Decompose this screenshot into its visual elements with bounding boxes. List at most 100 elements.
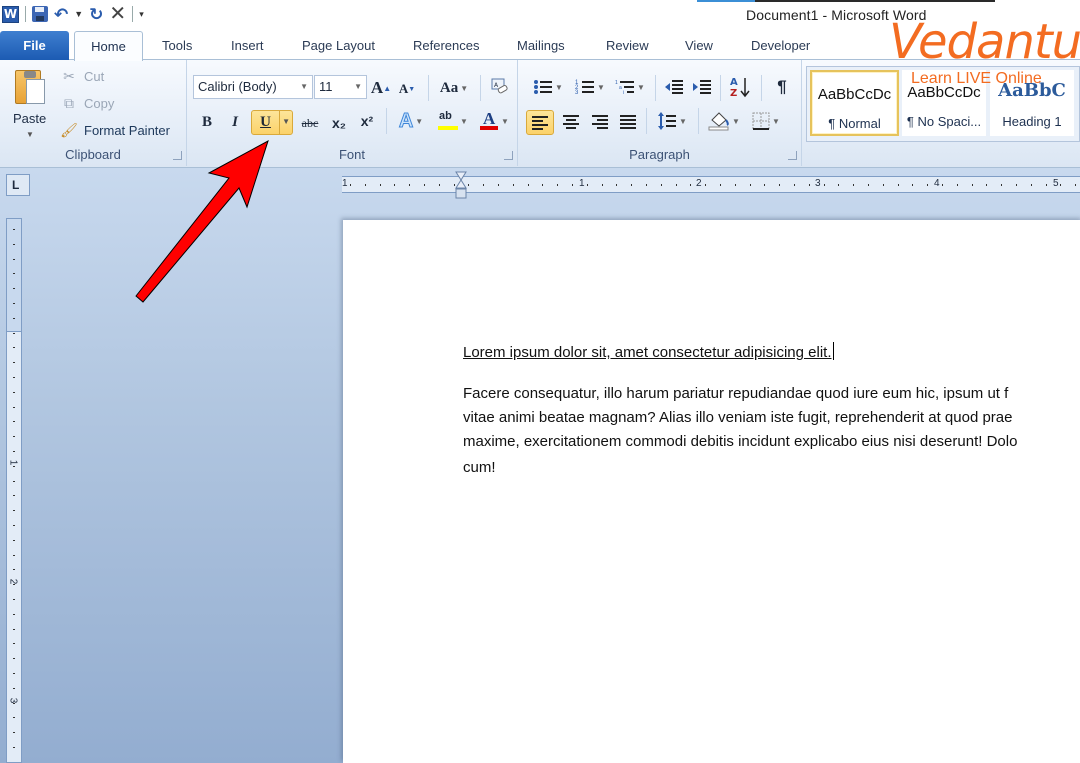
paragraph-launcher-icon[interactable]	[788, 151, 797, 160]
paste-label[interactable]: Paste	[13, 111, 46, 126]
clipboard-launcher-icon[interactable]	[173, 151, 182, 160]
close-icon[interactable]: ✕	[109, 4, 126, 24]
font-name-dropdown[interactable]: Calibri (Body) ▼	[193, 75, 313, 99]
ruler-tick	[527, 184, 529, 186]
shading-button[interactable]: ▼	[705, 109, 743, 133]
ruler-tick	[1030, 184, 1032, 186]
align-right-button[interactable]	[588, 110, 612, 134]
tab-selector-button[interactable]: L	[6, 174, 30, 196]
style-normal[interactable]: AaBbCcDc ¶ Normal	[810, 70, 899, 136]
svg-text:Z: Z	[730, 88, 737, 99]
multilevel-list-button[interactable]: 1 a i ▼	[613, 75, 647, 99]
highlight-button[interactable]: ab ▼	[434, 109, 472, 133]
word-app-icon[interactable]: W	[2, 5, 19, 23]
copy-label: Copy	[84, 95, 115, 111]
chevron-down-icon: ▼	[501, 116, 509, 126]
ruler-tick	[13, 658, 15, 660]
tab-insert[interactable]: Insert	[231, 38, 264, 53]
paragraph-line[interactable]: cum!	[463, 456, 496, 480]
justify-button[interactable]	[616, 110, 640, 134]
cut-button[interactable]: ✂ Cut	[60, 68, 104, 84]
undo-icon[interactable]: ↶	[54, 6, 68, 23]
subscript-button[interactable]: x₂	[328, 112, 350, 134]
ruler-tick	[557, 184, 559, 186]
bullets-button[interactable]: ▼	[529, 75, 567, 99]
ruler-tick	[720, 184, 721, 186]
horizontal-ruler[interactable]: 1 2 3 4 5 1	[342, 176, 1080, 193]
tab-review[interactable]: Review	[606, 38, 649, 53]
strikethrough-button[interactable]: abc	[297, 112, 323, 134]
align-left-button[interactable]	[526, 110, 554, 135]
superscript-icon: x²	[360, 113, 374, 129]
document-page[interactable]: Lorem ipsum dolor sit, amet consectetur …	[343, 220, 1080, 763]
tab-file[interactable]: File	[0, 31, 69, 60]
ruler-tick	[927, 184, 929, 186]
tab-tools[interactable]: Tools	[162, 38, 192, 53]
superscript-button[interactable]: x²	[356, 110, 378, 132]
decrease-indent-button[interactable]	[662, 75, 686, 99]
ruler-tick	[379, 184, 381, 186]
paragraph-line[interactable]: vitae animi beatae magnam? Alias illo ve…	[463, 406, 1013, 430]
clear-formatting-button[interactable]: A	[487, 75, 511, 99]
paragraph-line[interactable]: Facere consequatur, illo harum pariatur …	[463, 382, 1008, 406]
increase-indent-button[interactable]	[690, 75, 714, 99]
tab-view[interactable]: View	[685, 38, 713, 53]
underline-dropdown-icon[interactable]: ▼	[282, 117, 290, 126]
tab-references[interactable]: References	[413, 38, 479, 53]
document-heading[interactable]: Lorem ipsum dolor sit, amet consectetur …	[463, 342, 834, 361]
tab-developer[interactable]: Developer	[751, 38, 810, 53]
line-spacing-button[interactable]: ▼	[654, 109, 690, 133]
tab-page-layout[interactable]: Page Layout	[302, 38, 375, 53]
ruler-tick	[13, 628, 15, 630]
ruler-tick	[13, 643, 15, 645]
tab-mailings[interactable]: Mailings	[517, 38, 565, 53]
ruler-tick	[13, 554, 15, 556]
increase-indent-icon	[693, 80, 711, 94]
paragraph-line[interactable]: maxime, exercitationem commodi debitis i…	[463, 430, 1017, 454]
sort-button[interactable]: AZ	[727, 74, 753, 100]
align-center-button[interactable]	[559, 110, 583, 134]
ruler-number: 1	[7, 459, 19, 466]
text-effects-button[interactable]: A ▼	[394, 109, 428, 133]
paste-dropdown-icon[interactable]: ▼	[26, 130, 34, 139]
save-icon[interactable]	[32, 6, 48, 22]
bold-button[interactable]: B	[197, 110, 217, 134]
indent-marker-handle[interactable]	[455, 170, 467, 200]
show-formatting-button[interactable]: ¶	[771, 75, 793, 99]
copy-button[interactable]: ⧉ Copy	[60, 95, 114, 111]
tab-home[interactable]: Home	[74, 31, 143, 61]
chevron-down-icon: ▼	[460, 83, 469, 93]
divider	[646, 108, 647, 134]
ruler-tick	[13, 421, 15, 423]
ruler-number: 1	[342, 178, 348, 189]
quick-access-toolbar: W ↶ ▼ ↻ ✕ ▾	[2, 3, 144, 25]
shrink-font-button[interactable]: A ▼	[398, 79, 416, 99]
strikethrough-icon: abc	[301, 115, 319, 130]
vertical-ruler[interactable]: 1 2 3	[6, 218, 22, 763]
ruler-tick	[1060, 184, 1062, 186]
style-sample: AaBbCcDc	[817, 86, 892, 103]
font-group-label: Font	[338, 147, 365, 162]
change-case-button[interactable]: Aa ▼	[436, 77, 472, 99]
paragraph-group-label: Paragraph	[629, 147, 690, 162]
divider	[25, 6, 26, 22]
numbering-button[interactable]: 1 2 3 ▼	[571, 75, 609, 99]
font-size-dropdown[interactable]: 11 ▼	[314, 75, 367, 99]
format-painter-label: Format Painter	[84, 122, 170, 138]
grow-font-button[interactable]: A ▲	[371, 77, 391, 99]
paste-button[interactable]	[13, 66, 46, 106]
ruler-tick	[409, 184, 411, 186]
ruler-tick	[13, 673, 15, 674]
borders-button[interactable]: ▼	[748, 109, 784, 133]
undo-dropdown-icon[interactable]: ▼	[74, 9, 83, 19]
shrink-font-icon: A	[398, 81, 409, 96]
underline-button[interactable]: U ▼	[251, 110, 293, 135]
ruler-tick	[364, 184, 366, 186]
customize-qat-icon[interactable]: ▾	[139, 9, 144, 20]
redo-icon[interactable]: ↻	[89, 6, 103, 23]
font-launcher-icon[interactable]	[504, 151, 513, 160]
ruler-tick	[868, 184, 869, 186]
font-color-button[interactable]: A ▼	[476, 109, 512, 133]
format-painter-button[interactable]: 🖌 Format Painter	[60, 122, 170, 138]
italic-button[interactable]: I	[225, 110, 245, 134]
